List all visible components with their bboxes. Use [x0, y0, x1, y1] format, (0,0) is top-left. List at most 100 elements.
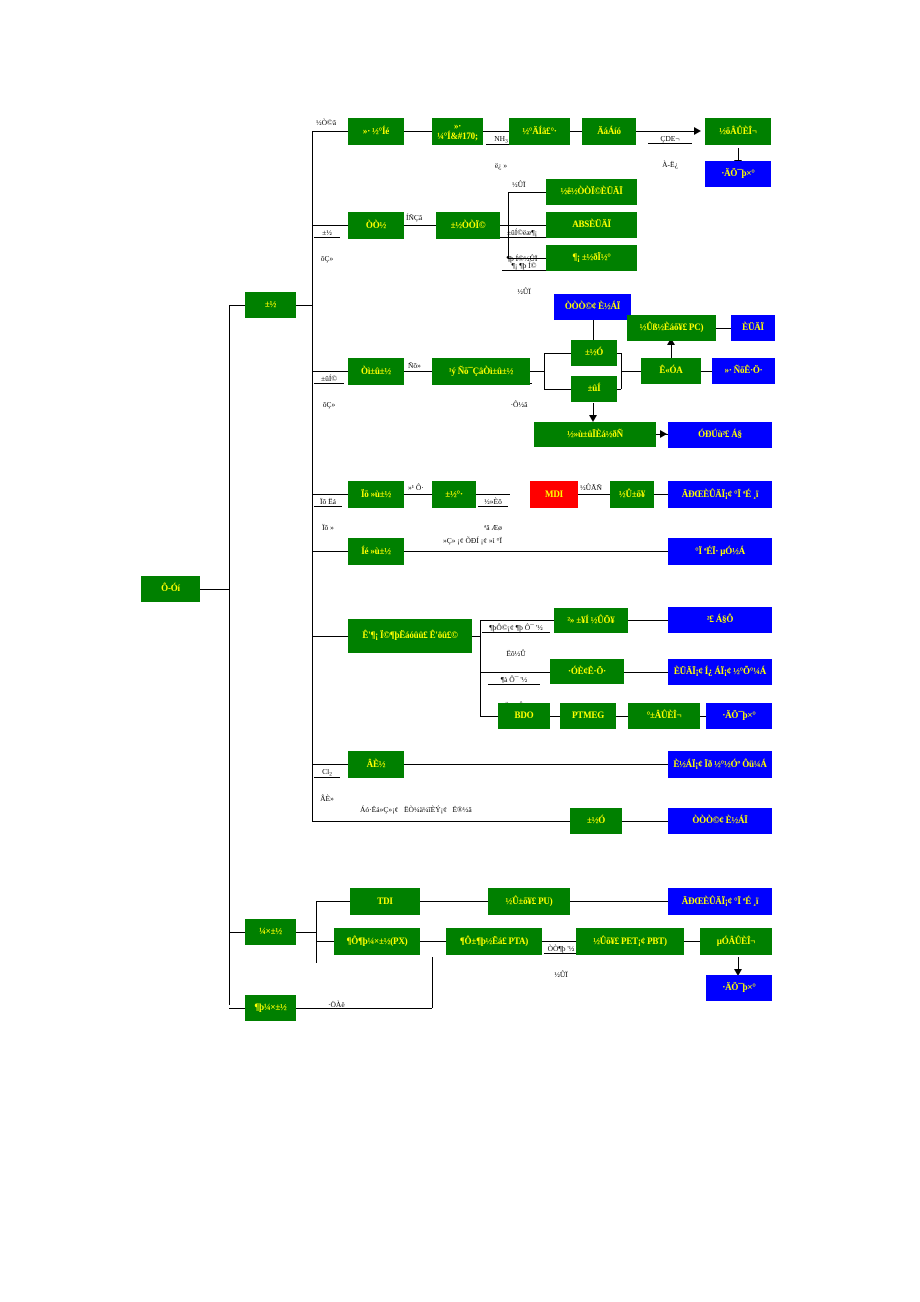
node-phenol[interactable]: ±½Ó [571, 340, 617, 366]
edge-r3c1-merge [617, 353, 621, 354]
node-cumene-hydroperoxide[interactable]: ¹ý Ñõ¯ÇâÒì±û±½ [432, 358, 530, 385]
edge-r8a-r8b [622, 821, 668, 822]
node-phenol-2[interactable]: ±½Ó [570, 808, 622, 834]
node-chlorobenzene[interactable]: ÂÈ½ [348, 751, 404, 778]
node-maleic-anhydride[interactable]: Ê'¶¡ Ï©¶þËáóûû£ Ê'ôû£© [348, 619, 472, 653]
edge-label-e_r4a-top: Ïõ Ëá [314, 497, 342, 508]
node-alkylbenzene[interactable]: Íé »ù±½ [348, 538, 404, 565]
edge-label-e_r2c2-top: ±ûÍ©ëæ¶¡ [498, 228, 546, 239]
arrow-r3c2-down [589, 415, 597, 422]
edge-row6-in [312, 636, 348, 637]
node-polyurethane[interactable]: ½Û±õ¥ [610, 481, 654, 508]
edge-label-e_r4c-top: ½»Èõ [478, 497, 508, 508]
edge-label-e_r7-bot: ÂÈ» [320, 793, 334, 803]
node-ethylbenzene[interactable]: ÒÒ½ [348, 212, 404, 239]
node-textile-apparel-3[interactable]: ·ÄÖ¯þ×° [706, 975, 772, 1001]
node-xylene[interactable]: ¶þ¼×±½ [245, 995, 296, 1021]
edge-label-e_r6a-bot: Ëõ½Û [506, 648, 526, 658]
edge-tdi-pu [420, 901, 488, 902]
node-pesticide-dye-1[interactable]: ÒÒÒ©¢ È½ÁÏ [554, 294, 631, 320]
edge-fan-tdi [316, 901, 350, 902]
edge-label-e_r5: »Ç» ¡¢ ÕÐÍ ¡¢ »ì °Ï [443, 536, 503, 545]
edge-label-e_r4a-bot: Ïõ » [322, 522, 334, 532]
edge-label-e_r8: Áó·Ëá»Ç»¡¢ ËÒ¼ä¼îÈÝ¡¢ Ë®½â [360, 805, 472, 814]
fan-toluene [316, 901, 317, 963]
node-cumene[interactable]: Òì±û±½ [348, 358, 404, 385]
node-epoxy-resin[interactable]: »· ÑõÊ·Ö· [712, 358, 775, 384]
node-polycarbonate[interactable]: ½Ûß½Èáõ¥£ PC) [627, 315, 716, 341]
flowchart-canvas: ½Ò©â NH3 ë¿ » ÇDE¬ À-Ë¿ ±½ ôÇ» ÍÑÇâ ½ÛÏ … [0, 0, 920, 1302]
node-detergent[interactable]: °Ï ªÉÏ· µÓ½Á [668, 538, 772, 565]
node-root[interactable]: Ô-Óí [141, 576, 200, 602]
node-polyester-fiber[interactable]: µÓÂÛÈÎ¬ [700, 928, 772, 955]
node-textile-apparel-2[interactable]: ·ÄÖ¯þ×° [706, 703, 772, 729]
edge-row1-in [312, 131, 348, 132]
node-sbr-rubber[interactable]: ¶¡ ±½ðÏ½° [546, 245, 637, 271]
node-styrene[interactable]: ±½ÒÒÏ© [436, 212, 500, 239]
edge-erjiaben-out [296, 1008, 432, 1009]
edge-label-e_top3: ÇDE¬ À-Ë¿ [648, 118, 692, 186]
node-foam-coating-leather-2[interactable]: ÄÐŒÈÛÄÏ¡¢ °Ï ªÉ ¸ï [668, 888, 772, 915]
edge-label-e_r4b: »¹ Ô· [408, 483, 424, 492]
node-caprolactam[interactable]: ½°ÄÍâ£°· [509, 118, 570, 145]
arrow-r3f1-r3f2 [660, 430, 667, 438]
edge-label-e_r7-top: Cl2 [314, 767, 340, 779]
edge-r6d-r6e [624, 672, 668, 673]
node-unsaturated-polyester[interactable]: ²» ±¥Í ½ÛÖ¥ [554, 608, 628, 633]
node-aniline[interactable]: ±½°· [432, 481, 476, 508]
node-cyclohexane[interactable]: »· ½°Íé [348, 118, 404, 145]
edge-row5-in [312, 551, 348, 552]
node-pta[interactable]: ¶Ô±¶þ½Ëá£ PTA) [446, 928, 542, 955]
node-mma[interactable]: ½»ù±ûÏÈá½ðÑ [534, 422, 656, 447]
edge-label-e_b2-bot: ½ÛÏ [554, 969, 568, 979]
node-polyamide-fiber[interactable]: ½õÂÛÈÎ¬ [705, 118, 771, 145]
node-cyclohexanone[interactable]: »· ¼°Í&#170; [432, 118, 483, 145]
edge-top3-top4 [570, 131, 582, 132]
node-dye-rubber-adhesive[interactable]: È½ÁÏ¡¢ Ïð ½°½Óº Ôü¼Á [668, 751, 772, 778]
edge-label-e_r2c3: ¶¡ ¶þ Í© ½ÛÏ [502, 245, 546, 313]
node-px[interactable]: ¶Ô¶þ¼×±½(PX) [334, 928, 420, 955]
edge-top1-top2 [404, 131, 432, 132]
edge-label-e_r2b: ÍÑÇâ [406, 213, 423, 222]
edge-r4c-r4d [578, 494, 610, 495]
node-nylon[interactable]: ÄáÁíó [582, 118, 636, 145]
edge-r6f-r6g [550, 716, 560, 717]
node-pesticide-dye-2[interactable]: ÒÒÒ©¢ È½ÁÏ [668, 808, 772, 834]
edge-r6b-r6c [628, 620, 668, 621]
edge-r3d2-r3d3 [716, 328, 731, 329]
node-benzene[interactable]: ±½ [245, 292, 296, 318]
edge-label-e_r7: Cl2 ÂÈ» [314, 751, 340, 820]
edge-spine-bing [229, 305, 245, 306]
edge-label-e_r4a: Ïõ Ëá Ïõ » [314, 481, 342, 549]
edge-erjiaben-up [432, 957, 433, 1008]
node-bdo[interactable]: BDO [498, 703, 550, 729]
spine-main [229, 305, 230, 1005]
node-tdi[interactable]: TDI [350, 888, 420, 915]
node-ps-resin[interactable]: ½ê½ÒÒÏ©ÈÜÄÏ [546, 179, 637, 205]
edge-label-e_r2c3-top: ¶¡ ¶þ Í© [502, 261, 546, 272]
node-solvent-coating-plasticizer[interactable]: ÈÜÄÏ¡¢ Í¿ ÁÏ¡¢ ½°Õ°¼Á [668, 659, 772, 685]
node-textile-apparel-1[interactable]: ·ÄÖ¯þ×° [705, 161, 771, 187]
node-organic-glass[interactable]: ÓÐÚù²£ Á§ [668, 422, 772, 448]
node-abs-resin[interactable]: ABSÈÜÄÏ [546, 212, 637, 238]
node-bisphenol-a[interactable]: Ê«ÓA [641, 358, 701, 384]
node-toluene[interactable]: ¼×±½ [245, 919, 296, 945]
node-acetone[interactable]: ±ûÍ [571, 376, 617, 402]
edge-jiaben-out [296, 932, 316, 933]
edge-r4d-r4e [654, 494, 668, 495]
node-solvent-1[interactable]: ÈÜÄÏ [731, 315, 775, 341]
node-mdi[interactable]: MDI [530, 481, 578, 508]
fan-row3 [544, 353, 545, 389]
edge-r4a-r4b [404, 494, 432, 495]
node-ptmeg[interactable]: PTMEG [560, 703, 616, 729]
edge-merge-r3e1 [621, 371, 641, 372]
node-polyester[interactable]: ½Ûõ¥£ PET¡¢ PBT) [576, 928, 684, 955]
node-alkyd-resin[interactable]: ·ÓÈ¢Ê·Ö· [550, 659, 624, 684]
node-pu[interactable]: ½Û±õ¥£ PU) [488, 888, 570, 915]
node-spandex[interactable]: °±ÂÛÈÎ¬ [628, 703, 700, 729]
node-nitrobenzene[interactable]: Ïõ »ù±½ [348, 481, 404, 508]
edge-fan-r2c1 [508, 192, 546, 193]
node-frp[interactable]: ²£ Á§Ô [668, 607, 772, 633]
edge-label-e_top3-top: ÇDE¬ [648, 134, 692, 145]
node-foam-coating-leather-1[interactable]: ÄÐŒÈÛÄÏ¡¢ °Ï ªÉ ¸ï [668, 481, 772, 508]
